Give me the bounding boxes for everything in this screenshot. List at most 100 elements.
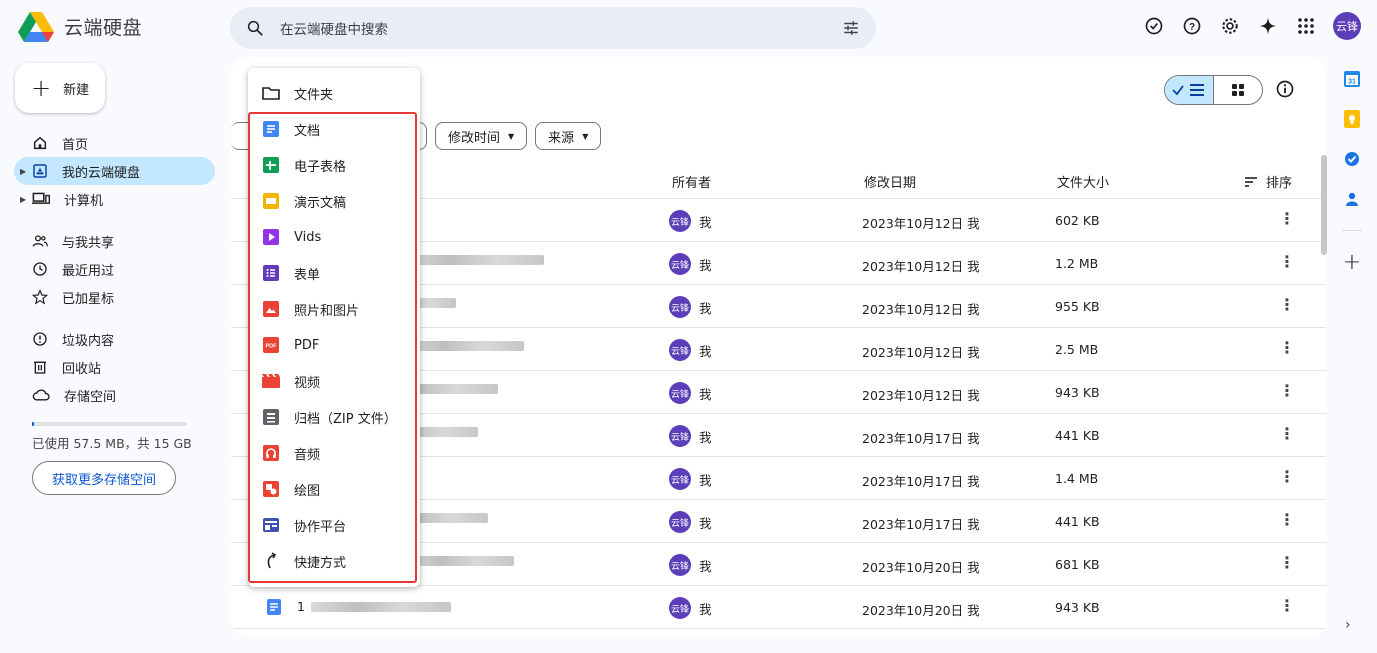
sidebar-item-label: 已加星标 bbox=[62, 291, 115, 307]
file-size: 943 KB bbox=[1055, 600, 1100, 615]
menu-item-video[interactable]: 视频 bbox=[248, 363, 420, 399]
search-input[interactable]: 在云端硬盘中搜索 bbox=[280, 18, 826, 38]
file-size: 441 KB bbox=[1055, 514, 1100, 529]
owner-avatar: 云锋 bbox=[669, 339, 691, 361]
menu-item-sites[interactable]: 协作平台 bbox=[248, 507, 420, 543]
add-addon-plus-icon[interactable]: + bbox=[1343, 250, 1361, 275]
search-icon[interactable] bbox=[246, 19, 264, 37]
owner-name: 我 bbox=[699, 429, 712, 445]
owner-cell: 云锋我 bbox=[669, 210, 712, 232]
more-actions-icon[interactable]: ⋮ bbox=[1279, 295, 1295, 314]
menu-item-sheets[interactable]: 电子表格 bbox=[248, 147, 420, 183]
tasks-icon[interactable] bbox=[1343, 150, 1361, 168]
modified-column-header[interactable]: 修改日期 bbox=[864, 172, 916, 191]
plus-icon: + bbox=[31, 74, 52, 102]
menu-item-docs[interactable]: 文档 bbox=[248, 111, 420, 147]
owner-cell: 云锋我 bbox=[669, 296, 712, 318]
owner-cell: 云锋我 bbox=[669, 382, 712, 404]
menu-item-archive[interactable]: 归档（ZIP 文件） bbox=[248, 399, 420, 435]
more-actions-icon[interactable]: ⋮ bbox=[1279, 510, 1295, 529]
calendar-icon[interactable]: 31 bbox=[1343, 70, 1361, 88]
menu-item-slides[interactable]: 演示文稿 bbox=[248, 183, 420, 219]
size-column-header[interactable]: 文件大小 bbox=[1057, 172, 1109, 191]
apps-grid-icon[interactable] bbox=[1295, 15, 1317, 37]
menu-item-forms[interactable]: 表单 bbox=[248, 255, 420, 291]
owner-name: 我 bbox=[699, 472, 712, 488]
more-actions-icon[interactable]: ⋮ bbox=[1279, 338, 1295, 357]
audio-icon bbox=[262, 444, 280, 462]
menu-item-pdf[interactable]: PDF PDF bbox=[248, 327, 420, 363]
expand-caret-icon[interactable]: ▶ bbox=[20, 195, 26, 204]
sidebar-item-my-drive[interactable]: ▶ 我的云端硬盘 bbox=[14, 157, 215, 185]
source-filter-chip[interactable]: 来源 ▼ bbox=[535, 122, 602, 150]
offline-ready-icon[interactable] bbox=[1143, 15, 1165, 37]
keep-icon[interactable] bbox=[1343, 110, 1361, 128]
menu-item-label: 协作平台 bbox=[294, 519, 347, 535]
settings-gear-icon[interactable] bbox=[1219, 15, 1241, 37]
more-actions-icon[interactable]: ⋮ bbox=[1279, 381, 1295, 400]
menu-item-drawings[interactable]: 绘图 bbox=[248, 471, 420, 507]
more-actions-icon[interactable]: ⋮ bbox=[1279, 467, 1295, 486]
sidebar-item-label: 最近用过 bbox=[62, 263, 115, 279]
modified-date: 2023年10月17日 我 bbox=[862, 431, 980, 446]
menu-item-folder[interactable]: 文件夹 bbox=[248, 75, 420, 111]
search-options-icon[interactable] bbox=[842, 19, 860, 37]
new-button[interactable]: + 新建 bbox=[15, 63, 105, 113]
computer-icon bbox=[32, 192, 50, 204]
slides-icon bbox=[262, 192, 280, 210]
expand-caret-icon[interactable]: ▶ bbox=[20, 167, 26, 176]
sidebar-item-shared[interactable]: 与我共享 bbox=[14, 227, 215, 255]
scrollbar[interactable] bbox=[1321, 155, 1327, 255]
my-drive-icon bbox=[33, 164, 47, 178]
sidebar-item-storage[interactable]: 存储空间 bbox=[14, 381, 215, 409]
more-actions-icon[interactable]: ⋮ bbox=[1279, 553, 1295, 572]
sidebar-item-starred[interactable]: 已加星标 bbox=[14, 283, 215, 311]
chip-label: 修改时间 bbox=[448, 130, 501, 146]
clock-icon bbox=[33, 262, 47, 276]
sidebar-item-spam[interactable]: 垃圾内容 bbox=[14, 325, 215, 353]
owner-name: 我 bbox=[699, 386, 712, 402]
owner-cell: 云锋我 bbox=[669, 511, 712, 533]
get-more-storage-button[interactable]: 获取更多存储空间 bbox=[32, 461, 176, 495]
more-actions-icon[interactable]: ⋮ bbox=[1279, 209, 1295, 228]
view-toggle[interactable] bbox=[1164, 75, 1263, 105]
sidebar-item-recent[interactable]: 最近用过 bbox=[14, 255, 215, 283]
list-view-button[interactable] bbox=[1165, 76, 1214, 104]
more-actions-icon[interactable]: ⋮ bbox=[1279, 596, 1295, 615]
sidebar-item-computers[interactable]: ▶ 计算机 bbox=[14, 185, 215, 213]
archive-icon bbox=[262, 408, 280, 426]
sidebar-item-label: 我的云端硬盘 bbox=[62, 165, 141, 181]
info-icon[interactable] bbox=[1275, 79, 1295, 99]
expand-panel-chevron-icon[interactable]: › bbox=[1345, 617, 1351, 633]
modified-date: 2023年10月17日 我 bbox=[862, 474, 980, 489]
table-row[interactable]: 1 云锋我 2023年10月20日 我 943 KB ⋮ bbox=[231, 586, 1326, 629]
owner-column-header[interactable]: 所有者 bbox=[672, 172, 711, 191]
sidebar-item-trash[interactable]: 回收站 bbox=[14, 353, 215, 381]
help-icon[interactable]: ? bbox=[1181, 15, 1203, 37]
sidebar-item-home[interactable]: 首页 bbox=[14, 129, 215, 157]
more-actions-icon[interactable]: ⋮ bbox=[1279, 424, 1295, 443]
menu-item-audio[interactable]: 音频 bbox=[248, 435, 420, 471]
sidebar-item-label: 与我共享 bbox=[62, 235, 115, 251]
app-title: 云端硬盘 bbox=[64, 16, 143, 39]
sort-icon bbox=[1245, 176, 1257, 187]
account-avatar[interactable]: 云锋 bbox=[1333, 12, 1361, 40]
menu-item-shortcut[interactable]: 快捷方式 bbox=[248, 543, 420, 579]
search-bar[interactable]: 在云端硬盘中搜索 bbox=[230, 7, 876, 49]
new-button-label: 新建 bbox=[63, 82, 90, 98]
more-actions-icon[interactable]: ⋮ bbox=[1279, 252, 1295, 271]
menu-item-image[interactable]: 照片和图片 bbox=[248, 291, 420, 327]
gemini-spark-icon[interactable] bbox=[1257, 15, 1279, 37]
sort-button[interactable]: 排序 bbox=[1244, 172, 1292, 191]
contacts-icon[interactable] bbox=[1343, 190, 1361, 208]
owner-cell: 云锋我 bbox=[669, 425, 712, 447]
menu-item-label: 视频 bbox=[294, 375, 321, 391]
menu-item-vids[interactable]: Vids bbox=[248, 219, 420, 255]
grid-view-button[interactable] bbox=[1214, 76, 1262, 104]
app-logo[interactable]: 云端硬盘 bbox=[18, 10, 142, 42]
file-name: 1 bbox=[297, 599, 451, 614]
menu-item-label: 照片和图片 bbox=[294, 303, 360, 319]
grid-view-icon bbox=[1232, 84, 1244, 96]
modified-filter-chip[interactable]: 修改时间 ▼ bbox=[435, 122, 528, 150]
owner-avatar: 云锋 bbox=[669, 210, 691, 232]
